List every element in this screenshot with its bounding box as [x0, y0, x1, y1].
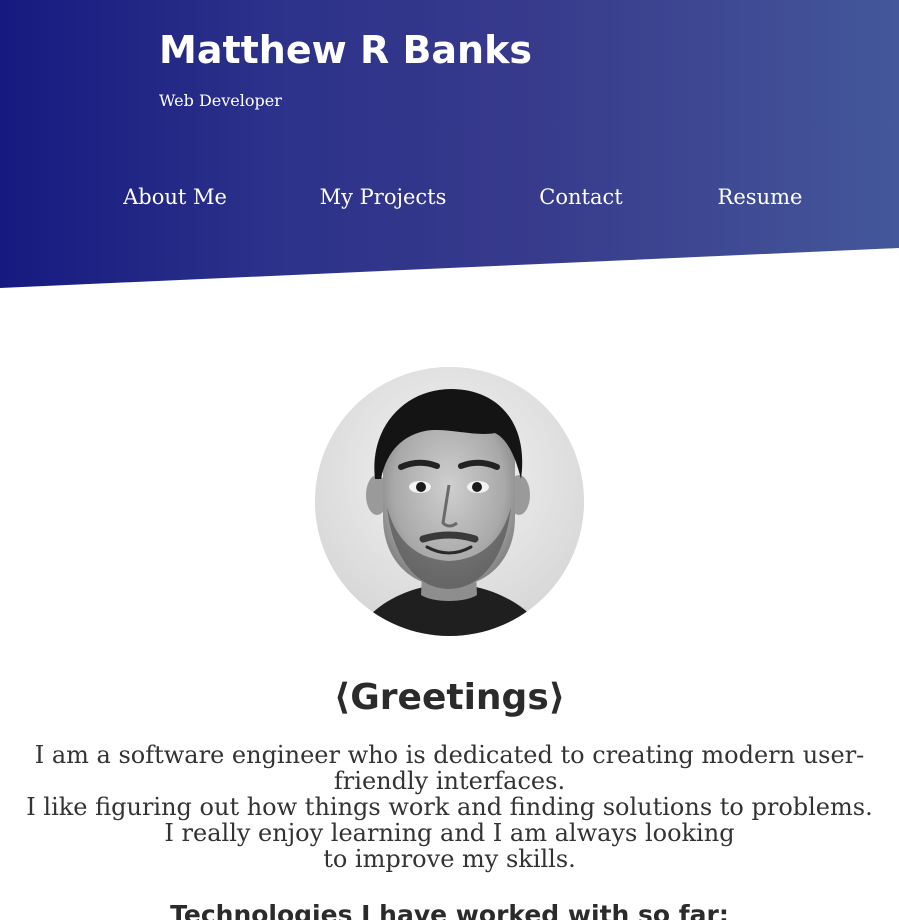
intro-line: I am a software engineer who is dedicate…	[34, 741, 865, 769]
greeting-heading: ⟨Greetings⟩	[333, 677, 566, 718]
nav-my-projects[interactable]: My Projects	[320, 183, 447, 211]
main-nav: About Me My Projects Contact Resume	[0, 183, 899, 213]
intro-text: I am a software engineer who is dedicate…	[20, 742, 879, 872]
intro-line: to improve my skills.	[323, 845, 576, 873]
site-header: Matthew R Banks Web Developer About Me M…	[0, 0, 899, 288]
intro-line: I like figuring out how things work and …	[26, 793, 873, 821]
intro-line: I really enjoy learning and I am always …	[164, 819, 735, 847]
intro-line: friendly interfaces.	[333, 767, 566, 795]
site-title: Matthew R Banks	[159, 28, 532, 72]
nav-contact[interactable]: Contact	[539, 183, 622, 211]
profile-photo	[315, 367, 584, 636]
nav-resume[interactable]: Resume	[718, 183, 803, 211]
profile-photo-icon	[315, 367, 584, 636]
nav-about-me[interactable]: About Me	[123, 183, 227, 211]
site-subtitle: Web Developer	[159, 91, 282, 110]
technologies-heading: Technologies I have worked with so far:	[170, 900, 729, 920]
